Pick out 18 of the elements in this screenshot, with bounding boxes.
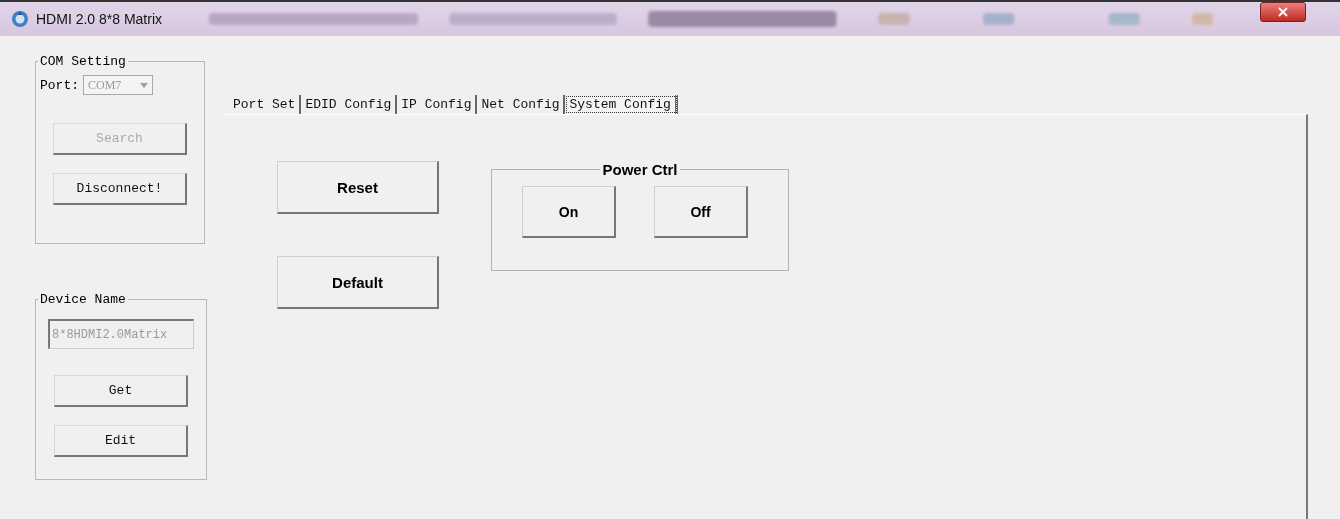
app-icon <box>10 9 30 29</box>
tab[interactable]: Port Set <box>229 95 302 114</box>
system-button[interactable]: Default <box>277 256 439 309</box>
power-button[interactable]: Off <box>654 186 748 238</box>
system-button[interactable]: Reset <box>277 161 439 214</box>
com-button[interactable]: Disconnect! <box>53 173 187 205</box>
power-button[interactable]: On <box>522 186 616 238</box>
close-icon <box>1278 7 1288 17</box>
group-title: Device Name <box>39 292 127 307</box>
dropdown-arrow-icon <box>140 82 148 88</box>
port-label: Port: <box>40 77 79 93</box>
group-title: COM Setting <box>39 54 127 69</box>
tab[interactable]: EDID Config <box>301 95 398 114</box>
close-button[interactable] <box>1260 2 1306 22</box>
group-title: Power Ctrl <box>601 161 679 178</box>
tab[interactable]: IP Config <box>397 95 478 114</box>
tab[interactable]: System Config <box>565 95 678 114</box>
window-title: HDMI 2.0 8*8 Matrix <box>36 11 163 27</box>
